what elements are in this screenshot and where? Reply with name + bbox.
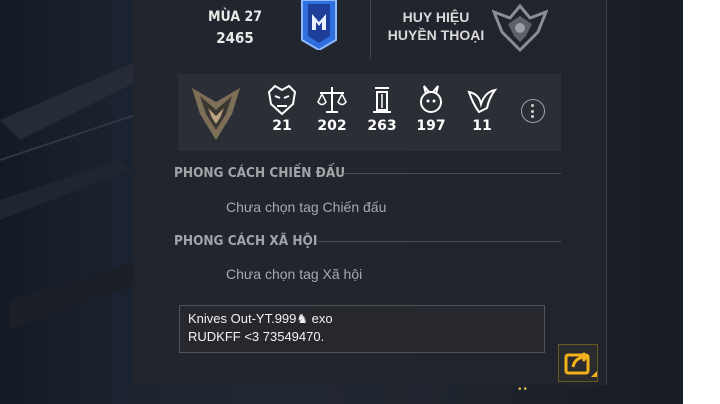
medal-bird[interactable]: 11 (462, 84, 502, 134)
page-indicator: •• (518, 384, 530, 395)
scales-icon (317, 87, 347, 113)
medal-count: 263 (367, 118, 397, 134)
legendary-badge-icon[interactable] (492, 2, 548, 54)
game-scene: MÙA 27 2465 HUY HIỆU HUYỀN THOẠI 21 202 … (0, 0, 683, 404)
medal-count: 197 (416, 118, 446, 134)
bio-box[interactable]: Knives Out-YT.999♞ exo RUDKFF <3 7354947… (179, 305, 545, 353)
medal-samurai[interactable]: 21 (262, 84, 302, 134)
rank-tier-emblem-icon (192, 88, 240, 140)
tower-icon (373, 87, 391, 113)
battle-style-title: PHONG CÁCH CHIẾN ĐẤU (174, 165, 346, 181)
rabbit-emblem-icon (420, 85, 442, 113)
section-divider (318, 241, 561, 242)
bird-emblem-icon (467, 88, 498, 114)
social-style-title: PHONG CÁCH XÃ HỘI (174, 233, 318, 249)
season-label: MÙA 27 (208, 9, 262, 25)
bio-line-1: Knives Out-YT.999♞ exo (188, 311, 333, 326)
samurai-mask-icon (267, 84, 297, 116)
more-medals-button[interactable] (521, 99, 545, 123)
social-style-value[interactable]: Chưa chọn tag Xã hội (226, 266, 362, 282)
medal-scales[interactable]: 202 (312, 84, 352, 134)
medal-rabbit[interactable]: 197 (411, 84, 451, 134)
header-divider (370, 0, 371, 58)
share-button[interactable] (558, 344, 598, 382)
medal-count: 21 (272, 118, 292, 134)
season-points: 2465 (216, 29, 254, 47)
medal-count: 11 (472, 118, 492, 134)
badge-title-line1: HUY HIỆU (402, 9, 470, 25)
more-dot (531, 109, 534, 113)
medal-count: 202 (317, 118, 347, 134)
badge-title-line2: HUYỀN THOẠI (387, 27, 485, 43)
medal-tower[interactable]: 263 (362, 84, 402, 134)
section-divider (343, 173, 561, 174)
more-dot (531, 115, 534, 118)
battle-style-value[interactable]: Chưa chọn tag Chiến đấu (226, 199, 386, 215)
rank-emblem-icon[interactable] (298, 0, 340, 50)
share-icon (564, 352, 597, 377)
more-dot (531, 104, 534, 107)
bio-line-2: RUDKFF <3 73549470. (188, 329, 325, 344)
